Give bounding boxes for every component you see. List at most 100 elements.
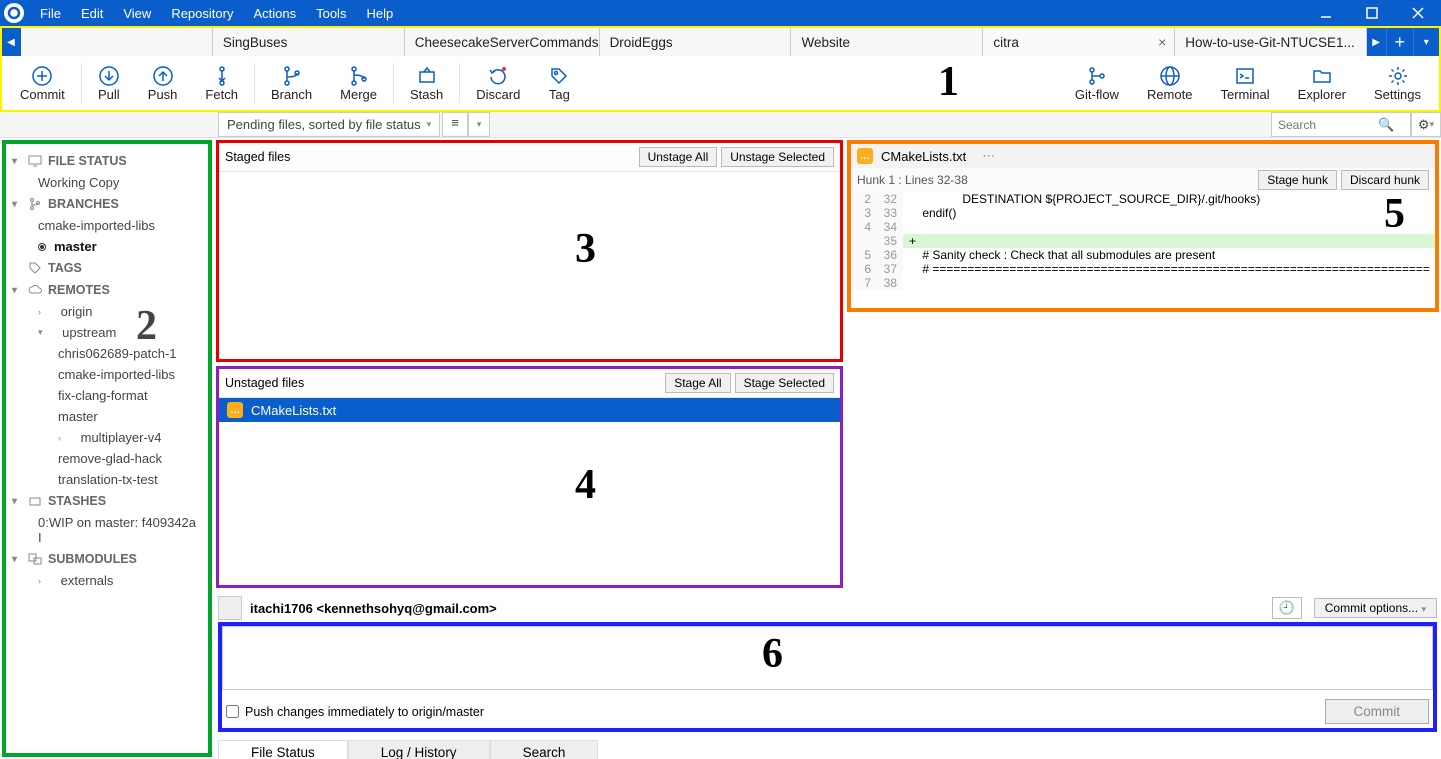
sidebar-upstream-b3[interactable]: master: [10, 406, 204, 427]
stashes-header[interactable]: ▾STASHES: [10, 490, 204, 512]
diff-line[interactable]: 232 DESTINATION ${PROJECT_SOURCE_DIR}/.g…: [851, 192, 1435, 206]
search-input[interactable]: [1278, 118, 1378, 132]
pull-icon: [98, 65, 120, 87]
branch-button[interactable]: Branch: [257, 61, 326, 106]
menu-tools[interactable]: Tools: [306, 6, 356, 21]
push-icon: [152, 65, 174, 87]
submodules-header[interactable]: ▾SUBMODULES: [10, 548, 204, 570]
sidebar-stash-item[interactable]: 0:WIP on master: f409342a I: [10, 512, 204, 548]
diff-more-icon[interactable]: ⋯: [982, 148, 995, 164]
menu-edit[interactable]: Edit: [71, 6, 113, 21]
sidebar-working-copy[interactable]: Working Copy: [10, 172, 204, 193]
remotes-header[interactable]: ▾REMOTES: [10, 279, 204, 301]
submodule-icon: [28, 553, 42, 565]
unstaged-file-row[interactable]: … CMakeLists.txt: [219, 398, 840, 422]
sidebar-upstream-b0[interactable]: chris062689-patch-1: [10, 343, 204, 364]
settings-button[interactable]: Settings: [1360, 61, 1435, 106]
diff-line[interactable]: 536 # Sanity check : Check that all subm…: [851, 248, 1435, 262]
app-logo: [4, 3, 24, 23]
sidebar-remote-origin[interactable]: › origin: [10, 301, 204, 322]
stage-all-button[interactable]: Stage All: [665, 373, 730, 393]
tab-droideggs[interactable]: DroidEggs: [600, 28, 792, 56]
tab-citra[interactable]: citra×: [983, 28, 1175, 56]
history-icon[interactable]: 🕘: [1272, 597, 1302, 619]
sidebar-upstream-b2[interactable]: fix-clang-format: [10, 385, 204, 406]
tab-howto[interactable]: How-to-use-Git-NTUCSE1...: [1175, 28, 1367, 56]
file-status-header[interactable]: ▾FILE STATUS: [10, 150, 204, 172]
sidebar-upstream-b4[interactable]: › multiplayer-v4: [10, 427, 204, 448]
sidebar-branch-master[interactable]: master: [10, 236, 204, 257]
sidebar-upstream-b1[interactable]: cmake-imported-libs: [10, 364, 204, 385]
tab-website[interactable]: Website: [791, 28, 983, 56]
sidebar-submodule-externals[interactable]: › externals: [10, 570, 204, 591]
sidebar-branch-cmake[interactable]: cmake-imported-libs: [10, 215, 204, 236]
window-minimize[interactable]: [1303, 0, 1349, 26]
menu-repository[interactable]: Repository: [161, 6, 243, 21]
sidebar-upstream-b6[interactable]: translation-tx-test: [10, 469, 204, 490]
tabs-scroll-left[interactable]: ◀: [2, 28, 21, 56]
tab-file-status[interactable]: File Status: [218, 740, 348, 759]
menu-help[interactable]: Help: [356, 6, 403, 21]
push-immediately-checkbox[interactable]: [226, 705, 239, 718]
gear-icon: [1387, 65, 1409, 87]
diff-pane: 5 … CMakeLists.txt ⋯ Hunk 1 : Lines 32-3…: [847, 140, 1439, 312]
stage-hunk-button[interactable]: Stage hunk: [1258, 170, 1337, 190]
commit-options-dropdown[interactable]: Commit options... ▾: [1314, 598, 1437, 618]
window-maximize[interactable]: [1349, 0, 1395, 26]
close-icon[interactable]: ×: [1158, 34, 1166, 50]
chevron-down-icon: ▾: [427, 119, 432, 130]
diff-filename: CMakeLists.txt: [881, 149, 966, 164]
tab-cheesecake[interactable]: CheesecakeServerCommands: [405, 28, 600, 56]
commit-icon: [31, 65, 53, 87]
push-button[interactable]: Push: [134, 61, 192, 106]
new-tab-button[interactable]: +: [1386, 28, 1412, 56]
annotation-3: 3: [575, 225, 596, 273]
stash-button[interactable]: Stash: [396, 61, 457, 106]
view-list-button[interactable]: ≡: [442, 112, 468, 137]
merge-button[interactable]: Merge: [326, 61, 391, 106]
unstage-all-button[interactable]: Unstage All: [639, 147, 718, 167]
cloud-icon: [28, 284, 42, 296]
window-close[interactable]: [1395, 0, 1441, 26]
diff-line[interactable]: 35+: [851, 234, 1435, 248]
fetch-button[interactable]: Fetch: [191, 61, 252, 106]
commit-submit-button[interactable]: Commit: [1325, 699, 1430, 724]
commit-button[interactable]: Commit: [6, 61, 79, 106]
diff-line[interactable]: 434: [851, 220, 1435, 234]
tag-button[interactable]: Tag: [534, 61, 584, 106]
stash-icon: [416, 65, 438, 87]
discard-hunk-button[interactable]: Discard hunk: [1341, 170, 1429, 190]
tabs-scroll-right[interactable]: ▶: [1367, 28, 1386, 56]
explorer-icon: [1311, 65, 1333, 87]
commit-message-input[interactable]: [222, 626, 1433, 690]
stage-selected-button[interactable]: Stage Selected: [735, 373, 834, 393]
branches-header[interactable]: ▾BRANCHES: [10, 193, 204, 215]
tab-blank[interactable]: [21, 28, 213, 56]
tab-singbuses[interactable]: SingBuses: [213, 28, 405, 56]
terminal-button[interactable]: Terminal: [1206, 61, 1283, 106]
remote-button[interactable]: Remote: [1133, 61, 1207, 106]
pull-button[interactable]: Pull: [84, 61, 134, 106]
diff-line[interactable]: 333 endif(): [851, 206, 1435, 220]
diff-line[interactable]: 637 # ==================================…: [851, 262, 1435, 276]
sidebar-upstream-b5[interactable]: remove-glad-hack: [10, 448, 204, 469]
menu-file[interactable]: File: [30, 6, 71, 21]
tab-log-history[interactable]: Log / History: [348, 740, 490, 759]
diff-body[interactable]: 232 DESTINATION ${PROJECT_SOURCE_DIR}/.g…: [851, 192, 1435, 308]
tab-search[interactable]: Search: [490, 740, 599, 759]
tags-header[interactable]: ▾TAGS: [10, 257, 204, 279]
pending-files-dropdown[interactable]: Pending files, sorted by file status▾: [218, 112, 440, 137]
view-settings-button[interactable]: ⚙▾: [1411, 112, 1441, 137]
diff-line[interactable]: 738: [851, 276, 1435, 290]
gitflow-button[interactable]: Git-flow: [1061, 61, 1133, 106]
menu-view[interactable]: View: [113, 6, 161, 21]
menu-actions[interactable]: Actions: [243, 6, 306, 21]
unstage-selected-button[interactable]: Unstage Selected: [721, 147, 834, 167]
explorer-button[interactable]: Explorer: [1284, 61, 1360, 106]
sidebar-remote-upstream[interactable]: ▾ upstream: [10, 322, 204, 343]
search-box[interactable]: 🔍: [1271, 112, 1411, 137]
tabs-menu[interactable]: ▾: [1413, 28, 1439, 56]
discard-button[interactable]: Discard: [462, 61, 534, 106]
hunk-label: Hunk 1 : Lines 32-38: [857, 173, 968, 187]
view-dropdown[interactable]: ▾: [468, 112, 491, 137]
